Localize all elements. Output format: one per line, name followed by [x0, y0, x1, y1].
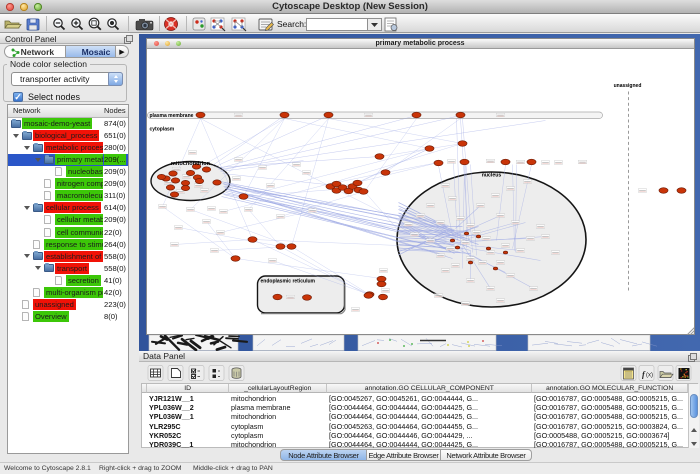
svg-text:mitochondrion: mitochondrion — [170, 161, 210, 167]
svg-text:plasma membrane: plasma membrane — [149, 113, 193, 119]
svg-text:nucleus: nucleus — [481, 172, 501, 178]
svg-text:(x): (x) — [646, 373, 653, 379]
svg-text:endoplasmic reticulum: endoplasmic reticulum — [260, 278, 315, 284]
svg-text:unassigned: unassigned — [613, 83, 641, 89]
svg-text:cytoplasm: cytoplasm — [149, 126, 174, 132]
svg-text:Search:: Search: — [277, 19, 306, 29]
